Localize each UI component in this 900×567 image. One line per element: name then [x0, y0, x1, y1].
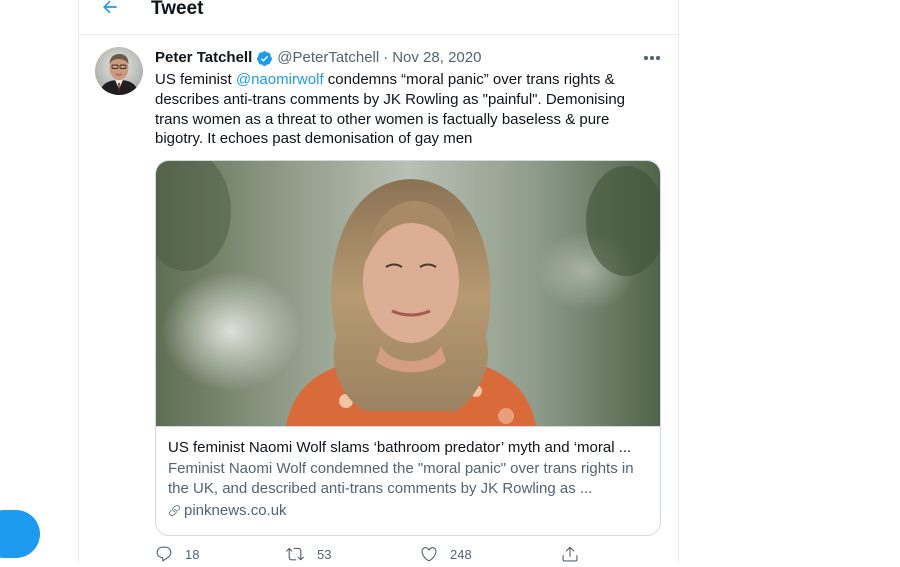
like-icon [421, 547, 437, 562]
mention-link[interactable]: @naomirwolf [236, 71, 324, 88]
tweet-text-start: US feminist [155, 71, 236, 88]
reply-count: 18 [185, 546, 200, 562]
page-title: Tweet [151, 0, 204, 19]
reply-button[interactable]: 18 [155, 545, 199, 563]
link-icon [169, 505, 180, 517]
avatar[interactable] [95, 47, 143, 95]
meta-separator: · [383, 49, 389, 66]
retweet-button[interactable]: 53 [285, 545, 331, 563]
tweet-actions: 18 53 248 [155, 545, 585, 567]
compose-tweet-button[interactable] [0, 510, 40, 558]
retweet-count: 53 [317, 546, 332, 562]
retweet-icon [286, 547, 304, 561]
share-icon [562, 546, 578, 562]
more-button[interactable] [640, 50, 664, 66]
author-name[interactable]: Peter Tatchell [155, 48, 252, 68]
reply-icon [156, 546, 172, 562]
share-button[interactable] [561, 545, 591, 563]
more-icon-dot [650, 56, 654, 60]
card-body: US feminist Naomi Wolf slams ‘bathroom p… [168, 438, 653, 521]
more-icon-dot [656, 56, 660, 60]
verified-badge-icon [257, 50, 273, 66]
author-handle[interactable]: @PeterTatchell [277, 48, 379, 68]
back-button[interactable] [97, 0, 123, 20]
card-domain: pinknews.co.uk [168, 501, 653, 522]
like-count: 248 [450, 546, 472, 562]
like-button[interactable]: 248 [420, 545, 472, 563]
card-image [156, 161, 660, 427]
link-preview-card[interactable]: US feminist Naomi Wolf slams ‘bathroom p… [155, 160, 661, 536]
tweet-date[interactable]: Nov 28, 2020 [392, 48, 481, 68]
card-description: Feminist Naomi Wolf condemned the "moral… [168, 459, 634, 498]
tweet-meta: Peter Tatchell @PeterTatchell · Nov 28, … [155, 48, 481, 68]
back-arrow-icon [103, 0, 117, 14]
more-icon [644, 56, 648, 60]
card-domain-text: pinknews.co.uk [184, 501, 287, 519]
card-title: US feminist Naomi Wolf slams ‘bathroom p… [168, 439, 632, 456]
tweet-header: Tweet [79, 0, 678, 35]
tweet-text: US feminist @naomirwolf condemns “moral … [155, 70, 655, 149]
